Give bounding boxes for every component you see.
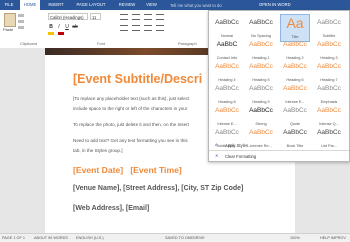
event-subtitle[interactable]: [Event Subtitle/Descri (73, 72, 202, 86)
event-date-time[interactable]: [Event Date] [Event Time] (73, 165, 182, 175)
event-time[interactable]: [Event Time] (130, 165, 181, 175)
strikethrough-icon[interactable]: ab (72, 24, 78, 30)
style-sample: AaBbCc (249, 85, 273, 92)
body-paragraph-line[interactable]: tab, in the Styles group.] (73, 148, 123, 153)
copy-icon[interactable] (18, 20, 24, 23)
font-group-label: Font (97, 41, 106, 46)
style-sample: AaBbCc (215, 129, 239, 136)
italic-icon[interactable]: I (56, 24, 62, 30)
increase-indent-icon[interactable] (156, 14, 164, 20)
body-paragraph-line[interactable]: include space to the right or left of th… (73, 106, 187, 111)
style-name: Book Title (286, 144, 304, 148)
clear-formatting-icon: ✕ (215, 153, 219, 158)
highlight-color-icon[interactable] (48, 32, 54, 35)
cut-icon[interactable] (18, 14, 24, 17)
tab-file[interactable]: FILE (2, 0, 16, 10)
paste-icon[interactable] (4, 13, 16, 27)
style-sample: AaBbCc (283, 85, 307, 92)
align-left-icon[interactable] (120, 25, 128, 31)
style-sample: AaBbCc (215, 19, 239, 26)
styles-gallery-dropdown: A Apply Styles... ✕ Clear Formatting AaB… (208, 10, 350, 162)
style-sample: AaBbC (216, 41, 238, 48)
style-option[interactable]: AaBbCc Book Title (280, 124, 310, 152)
decrease-indent-icon[interactable] (144, 14, 152, 20)
style-sample: AaBbCc (215, 107, 239, 114)
clipboard-group-label: Clipboard (20, 41, 38, 46)
style-sample: AaBbCc (317, 41, 341, 48)
event-date[interactable]: [Event Date] (73, 165, 123, 175)
style-sample: AaBbCc (317, 107, 341, 114)
underline-icon[interactable]: U (64, 24, 70, 30)
style-sample: AaBbCc (317, 19, 341, 26)
tell-me-input[interactable]: Tell me what you want to do (170, 2, 230, 9)
format-painter-icon[interactable] (18, 26, 24, 29)
style-sample: AaBbCc (283, 107, 307, 114)
style-sample: AaBbCc (249, 41, 273, 48)
ribbon-tab-bar: FILE HOME INSERT PAGE LAYOUT REVIEW VIEW… (0, 0, 350, 10)
style-sample: AaBbCc (215, 63, 239, 70)
font-size-select[interactable]: 11 (90, 13, 101, 20)
style-sample: AaBbCc (283, 63, 307, 70)
style-sample: AaBbCc (215, 85, 239, 92)
bold-icon[interactable]: B (48, 24, 54, 30)
numbering-icon[interactable] (132, 14, 140, 20)
style-sample: AaBbCc (317, 85, 341, 92)
style-name: Subtle Ref... (216, 144, 238, 148)
align-center-icon[interactable] (132, 25, 140, 31)
style-sample: AaBbCc (249, 19, 273, 26)
style-sample: AaBbCc (249, 107, 273, 114)
tab-review[interactable]: REVIEW (115, 0, 139, 10)
tab-insert[interactable]: INSERT (45, 0, 67, 10)
style-option[interactable]: AaBbCc Subtle Ref... (212, 124, 242, 152)
style-sample: AaBbCc (283, 41, 307, 48)
body-paragraph-line[interactable]: To replace the photo, just delete it and… (73, 122, 189, 127)
paste-label[interactable]: Paste (3, 27, 13, 32)
style-sample: Aa (286, 15, 304, 31)
style-option[interactable]: AaBbCc List Par... (314, 124, 344, 152)
bullets-icon[interactable] (120, 14, 128, 20)
status-bar: PAGE 1 OF 1 ABOUT 90 WORDS ENGLISH (U.S.… (0, 233, 350, 241)
open-in-word-button[interactable]: OPEN IN WORD (259, 0, 291, 10)
style-option[interactable]: AaBbCc Intense Re... (246, 124, 276, 152)
font-name-select[interactable]: Calibri (Headings) (48, 13, 88, 20)
style-name: List Par... (321, 144, 337, 148)
style-sample: AaBbCc (317, 63, 341, 70)
tab-page-layout[interactable]: PAGE LAYOUT (72, 0, 110, 10)
style-name: Intense Re... (250, 144, 272, 148)
venue-address[interactable]: [Venue Name], [Street Address], [City, S… (73, 185, 243, 192)
style-sample: AaBbCc (249, 63, 273, 70)
paragraph-group-label: Paragraph (178, 41, 197, 46)
tab-view[interactable]: VIEW (143, 0, 160, 10)
body-paragraph-line[interactable]: Need to add text? Get any text formattin… (73, 138, 188, 143)
web-email[interactable]: [Web Address], [Email] (73, 205, 149, 212)
align-right-icon[interactable] (144, 25, 152, 31)
body-paragraph-line[interactable]: [To replace any placeholder text (such a… (73, 96, 189, 101)
style-sample: AaBbCc (317, 129, 341, 136)
font-color-icon[interactable] (58, 32, 64, 35)
style-sample: AaBbCc (249, 129, 273, 136)
justify-icon[interactable] (156, 25, 164, 31)
tab-home[interactable]: HOME (20, 0, 40, 10)
style-sample: AaBbCc (283, 129, 307, 136)
